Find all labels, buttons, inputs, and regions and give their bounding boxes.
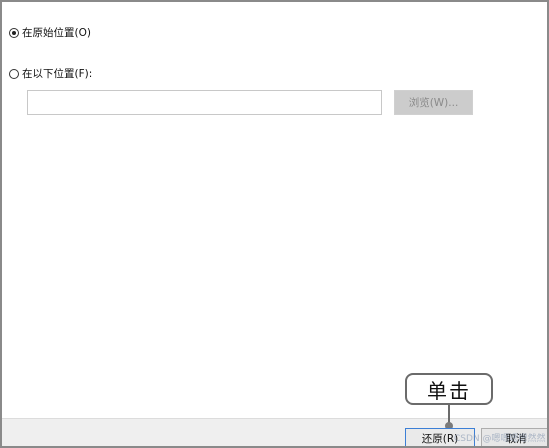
click-callout: 单击 — [405, 373, 493, 405]
radio-unchecked-icon[interactable] — [9, 68, 19, 79]
radio-other-location[interactable]: 在以下位置(F): — [9, 66, 92, 81]
watermark-text: CSDN @嗯嗯嗯嗯然然 — [454, 434, 546, 444]
browse-button[interactable]: 浏览(W)... — [394, 90, 473, 115]
location-path-input[interactable] — [27, 90, 382, 115]
radio-original-location-label: 在原始位置(O) — [22, 27, 91, 39]
restore-dialog: 在原始位置(O) 在以下位置(F): 浏览(W)... 单击 还原(R) 取消 … — [0, 0, 549, 448]
radio-checked-icon[interactable] — [9, 27, 19, 38]
radio-original-location[interactable]: 在原始位置(O) — [9, 25, 91, 40]
radio-other-location-label: 在以下位置(F): — [22, 68, 93, 80]
